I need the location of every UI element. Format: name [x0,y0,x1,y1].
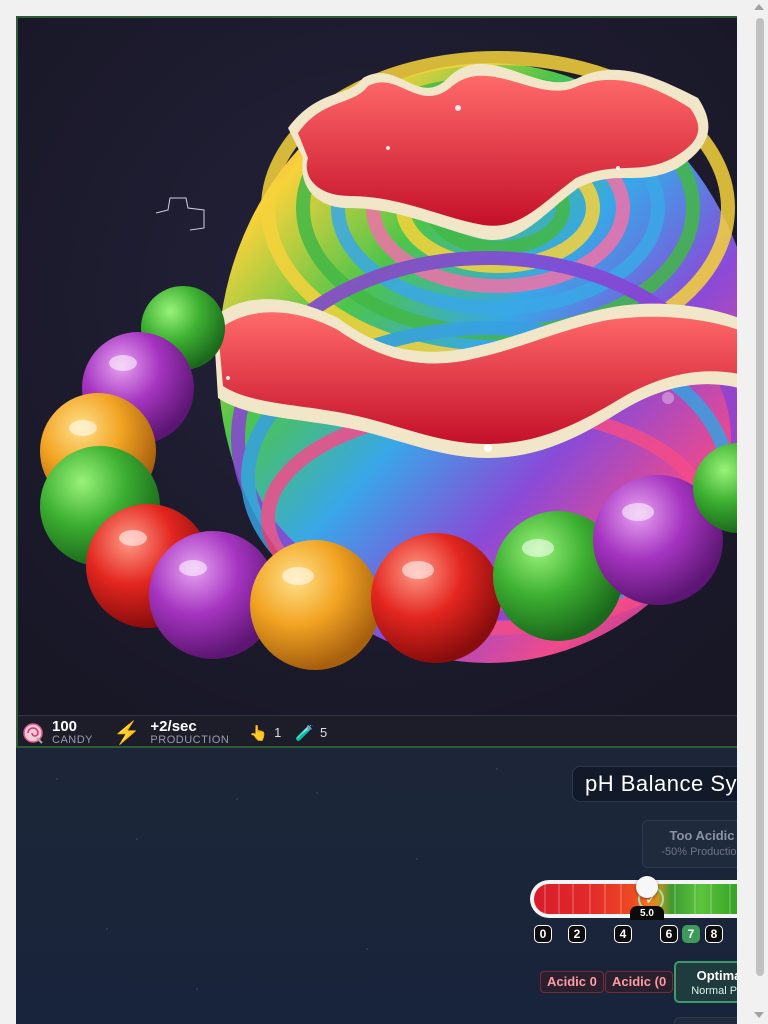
candy-scene[interactable] [18,18,737,718]
ph-tick[interactable]: 0 [534,925,552,943]
scroll-down-icon[interactable] [754,1012,764,1018]
ph-slider-thumb[interactable] [636,876,658,898]
ph-tick[interactable]: 6 [660,925,678,943]
clicks-stat: 👆 1 [249,724,281,742]
production-stat: ⚡ +2/sec PRODUCTION [113,719,229,746]
acidic-chip[interactable]: Acidic (0 [605,971,674,993]
scrollbar-thumb[interactable] [756,18,764,976]
production-label: PRODUCTION [150,734,230,746]
ph-tick-active[interactable]: 7 [682,925,700,943]
potions-count: 5 [319,725,328,740]
ph-title: pH Balance Sy [572,766,737,802]
acidic-chip[interactable]: Acidic 0 [540,971,604,993]
too-acidic-title: Too Acidic [669,828,735,843]
game-canvas[interactable]: 100 CANDY ⚡ +2/sec PRODUCTION 👆 1 🧪 5 [16,16,737,746]
potions-stat: 🧪 5 [295,724,327,742]
optimal-title: Optima [696,968,737,983]
lightning-icon: ⚡ [113,719,141,745]
too-acidic-card: Too Acidic -50% Production [642,820,737,868]
stats-bar: 100 CANDY ⚡ +2/sec PRODUCTION 👆 1 🧪 5 [18,715,737,746]
next-card [674,1017,737,1024]
clicks-count: 1 [274,725,282,740]
scroll-up-icon[interactable] [754,4,764,10]
pointing-hand-icon: 👆 [249,724,269,742]
optimal-card[interactable]: Optima Normal Pro [674,961,737,1003]
optimal-desc: Normal Pro [691,985,737,997]
candy-label: CANDY [52,734,94,746]
production-rate: +2/sec [150,718,197,735]
ph-tick[interactable]: 4 [614,925,632,943]
test-tube-icon: 🧪 [295,724,314,742]
ph-tick[interactable]: 2 [568,925,586,943]
too-acidic-desc: -50% Production [661,846,737,858]
lollipop-icon [23,722,43,744]
ph-panel: pH Balance Sy Too Acidic -50% Production… [16,746,737,1024]
candy-stat: 100 CANDY [22,719,93,746]
ph-value-label: 5.0 [630,906,664,920]
candy-count: 100 [52,718,78,735]
ph-tick[interactable]: 8 [705,925,723,943]
